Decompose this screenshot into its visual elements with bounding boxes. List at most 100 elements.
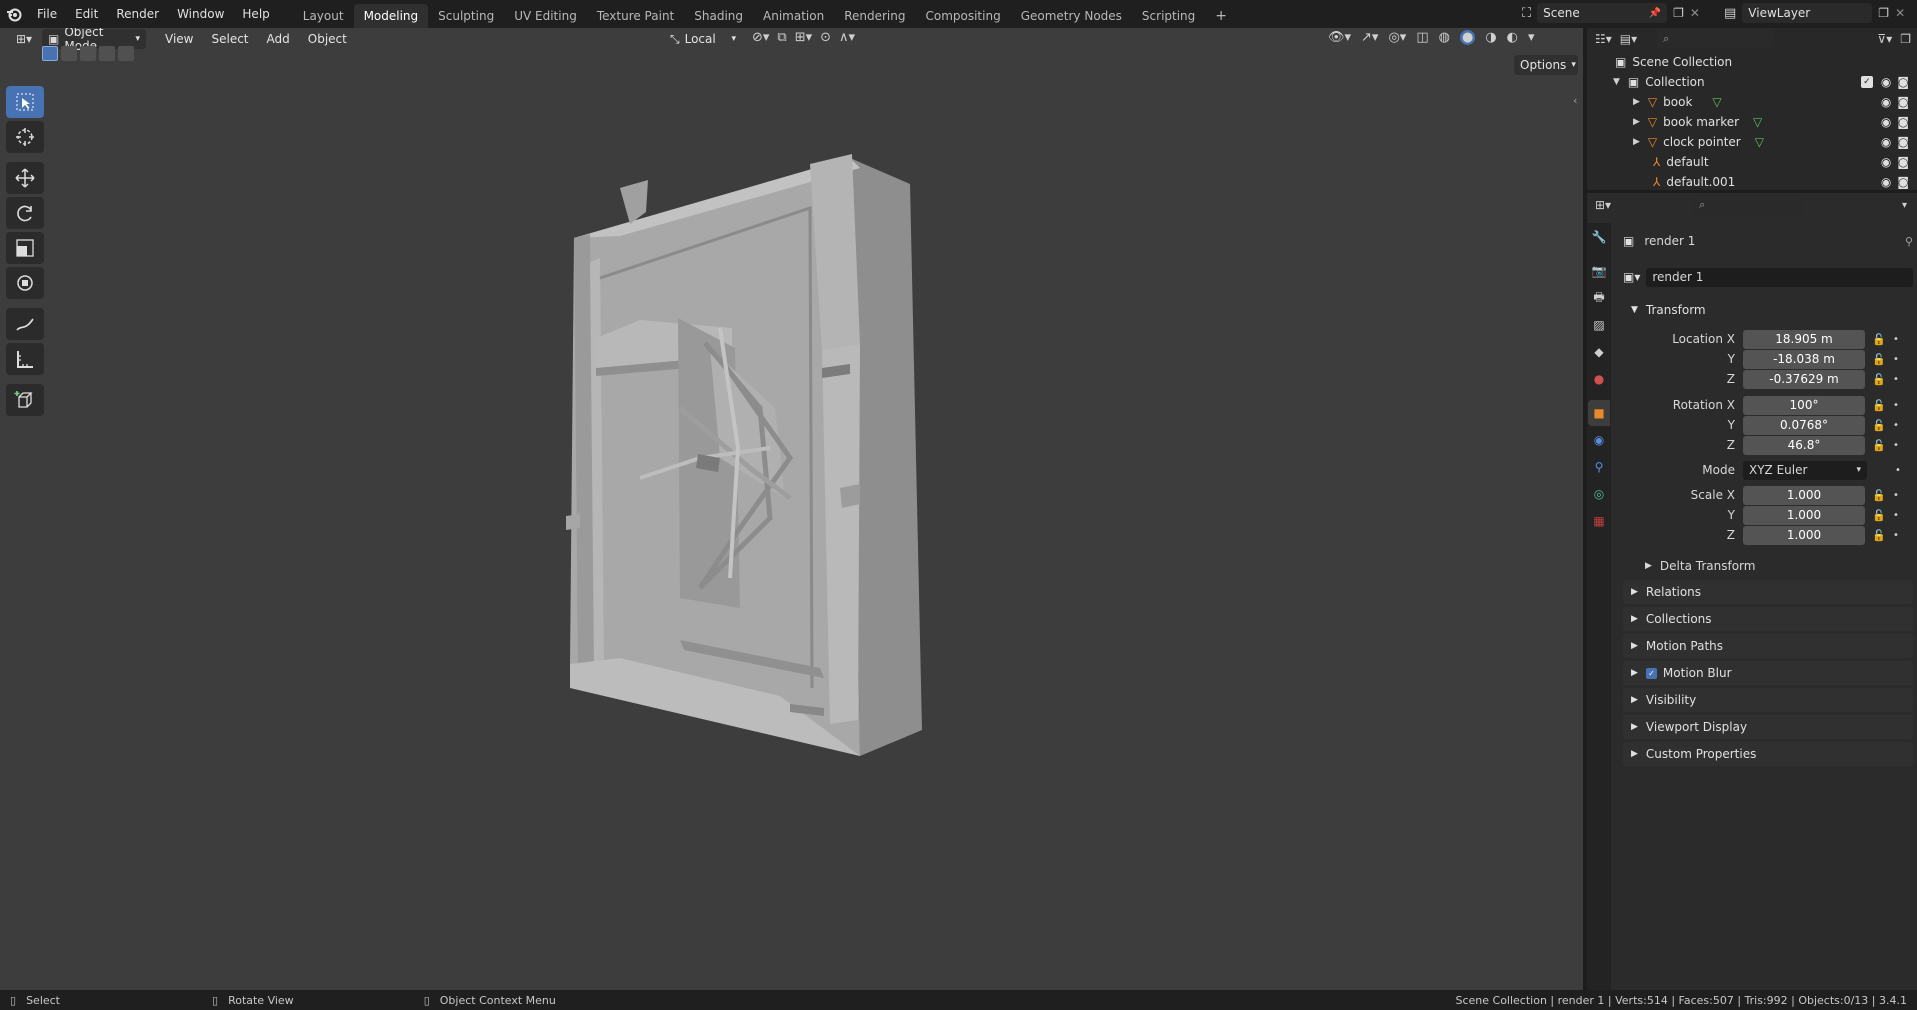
relations-panel-header[interactable]: ▶ Relations	[1623, 580, 1913, 604]
tab-compositing[interactable]: Compositing	[915, 4, 1010, 28]
display-mode-icon[interactable]: ▤▾	[1620, 32, 1637, 46]
motion-blur-checkbox[interactable]: ✓	[1645, 667, 1657, 679]
lock-icon[interactable]: 🔓	[1871, 509, 1887, 522]
delta-transform-header[interactable]: ▶ Delta Transform	[1645, 556, 1755, 576]
tab-object[interactable]: ■	[1588, 400, 1610, 426]
mesh-data-icon[interactable]: ▽	[1753, 115, 1762, 129]
gizmo-icon[interactable]: ↗▾	[1361, 30, 1378, 45]
sidebar-toggle-icon[interactable]: ‹	[1573, 94, 1577, 107]
expand-arrow-icon[interactable]: ▶	[1633, 117, 1640, 127]
menu-render[interactable]: Render	[107, 0, 168, 28]
overlays-icon[interactable]: ◎▾	[1388, 30, 1406, 45]
editor-type-button[interactable]: ⊞▾	[6, 29, 42, 49]
delete-scene-icon[interactable]: ✕	[1690, 6, 1700, 20]
transform-orientation-dropdown[interactable]: ⤡ Local ▾	[664, 29, 742, 49]
eye-icon[interactable]: ◉	[1881, 115, 1891, 129]
tab-modeling[interactable]: Modeling	[353, 4, 429, 28]
scene-collection-row[interactable]: ▣ Scene Collection	[1587, 52, 1917, 72]
pivot-icon[interactable]: ⊘▾	[752, 30, 769, 45]
tab-render[interactable]: 📷	[1588, 258, 1610, 284]
shading-options-icon[interactable]: ▾	[1528, 30, 1535, 45]
editor-type-icon[interactable]: ⊞▾	[1595, 198, 1611, 212]
lock-icon[interactable]: 🔓	[1871, 353, 1887, 366]
3d-viewport[interactable]: ⊞▾ ▣ Object Mode ▾ View Select Add Objec…	[0, 28, 1583, 990]
book-model[interactable]	[560, 128, 940, 758]
snap-icon[interactable]: ⧉	[777, 30, 786, 45]
camera-icon[interactable]: ◙	[1897, 135, 1909, 149]
transform-panel-header[interactable]: ▼ Transform	[1623, 298, 1913, 322]
lock-icon[interactable]: 🔓	[1871, 439, 1887, 452]
tab-world[interactable]: ●	[1588, 366, 1610, 392]
falloff-icon[interactable]: ∧▾	[839, 30, 855, 45]
menu-view[interactable]: View	[156, 32, 202, 46]
editor-type-icon[interactable]: ☷▾	[1595, 32, 1612, 46]
view-layer-selector[interactable]: ▤ ViewLayer ❐ ✕	[1724, 3, 1905, 23]
tab-shading[interactable]: Shading	[684, 4, 753, 28]
select-intersect-icon[interactable]	[118, 46, 134, 61]
delete-view-layer-icon[interactable]: ✕	[1895, 6, 1905, 20]
scale-z-field[interactable]: 1.000	[1743, 525, 1865, 545]
cursor-tool[interactable]	[6, 121, 44, 153]
lock-icon[interactable]: 🔓	[1871, 399, 1887, 412]
view-layer-field[interactable]: ViewLayer	[1742, 3, 1873, 23]
keyframe-dot-icon[interactable]: •	[1891, 510, 1901, 521]
solid-shading-icon[interactable]: ●	[1459, 30, 1476, 45]
keyframe-dot-icon[interactable]: •	[1891, 400, 1901, 411]
camera-icon[interactable]: ◙	[1897, 75, 1909, 89]
scale-y-field[interactable]: 1.000	[1743, 505, 1865, 525]
collections-panel-header[interactable]: ▶ Collections	[1623, 607, 1913, 631]
tab-data[interactable]: ▦	[1588, 508, 1610, 534]
scale-tool[interactable]	[6, 232, 44, 264]
eye-icon[interactable]: ◉	[1881, 135, 1891, 149]
eye-icon[interactable]: ◉	[1881, 75, 1891, 89]
mesh-data-icon[interactable]: ▽	[1755, 135, 1764, 149]
lock-icon[interactable]: 🔓	[1871, 489, 1887, 502]
outliner-item-book[interactable]: ▶ ▽ book ▽ ◉ ◙	[1587, 92, 1917, 112]
menu-edit[interactable]: Edit	[66, 0, 107, 28]
transform-tool[interactable]	[6, 267, 44, 299]
lock-icon[interactable]: 🔓	[1871, 419, 1887, 432]
menu-object[interactable]: Object	[299, 32, 356, 46]
tab-view-layer[interactable]: ▨	[1588, 312, 1610, 338]
keyframe-dot-icon[interactable]: •	[1891, 420, 1901, 431]
tab-geometry-nodes[interactable]: Geometry Nodes	[1011, 4, 1132, 28]
tab-sculpting[interactable]: Sculpting	[428, 4, 504, 28]
rotation-y-field[interactable]: 0.0768°	[1743, 415, 1865, 435]
eye-icon[interactable]: ◉	[1881, 155, 1891, 169]
annotate-tool[interactable]	[6, 308, 44, 340]
keyframe-dot-icon[interactable]: •	[1891, 354, 1901, 365]
menu-file[interactable]: File	[28, 0, 66, 28]
lock-icon[interactable]: 🔓	[1871, 333, 1887, 346]
rotation-z-field[interactable]: 46.8°	[1743, 435, 1865, 455]
location-z-field[interactable]: -0.37629 m	[1743, 369, 1865, 389]
filter-icon[interactable]: ⊽▾	[1877, 32, 1892, 46]
measure-tool[interactable]	[6, 343, 44, 375]
select-new-icon[interactable]	[42, 46, 58, 61]
mesh-data-icon[interactable]: ▽	[1712, 95, 1721, 109]
tab-tool[interactable]: 🔧	[1588, 224, 1610, 250]
location-x-field[interactable]: 18.905 m	[1743, 329, 1865, 349]
rotate-tool[interactable]	[6, 197, 44, 229]
custom-properties-panel-header[interactable]: ▶ Custom Properties	[1623, 742, 1913, 766]
blender-logo-icon[interactable]	[0, 0, 28, 28]
tab-rendering[interactable]: Rendering	[834, 4, 915, 28]
object-name-input[interactable]: render 1	[1646, 267, 1913, 287]
motion-paths-panel-header[interactable]: ▶ Motion Paths	[1623, 634, 1913, 658]
outliner-item-default[interactable]: ⅄ default ◉ ◙	[1587, 152, 1917, 172]
keyframe-dot-icon[interactable]: •	[1891, 374, 1901, 385]
select-box-tool[interactable]	[6, 86, 44, 118]
outliner-item-clock-pointer[interactable]: ▶ ▽ clock pointer ▽ ◉ ◙	[1587, 132, 1917, 152]
material-shading-icon[interactable]: ◑	[1485, 30, 1496, 45]
menu-window[interactable]: Window	[168, 0, 233, 28]
tab-constraints[interactable]: ⚲	[1588, 454, 1610, 480]
select-invert-icon[interactable]	[99, 46, 115, 61]
menu-help[interactable]: Help	[233, 0, 278, 28]
tab-modifiers[interactable]: ◉	[1588, 427, 1610, 453]
keyframe-dot-icon[interactable]: •	[1891, 440, 1901, 451]
pin-icon[interactable]: 📌	[1649, 8, 1661, 19]
expand-arrow-icon[interactable]: ▼	[1613, 77, 1620, 87]
options-dropdown[interactable]: Options ▾	[1514, 55, 1578, 75]
select-extend-icon[interactable]	[61, 46, 77, 61]
pin-icon[interactable]: ⚲	[1905, 235, 1913, 248]
tab-physics[interactable]: ◎	[1588, 481, 1610, 507]
